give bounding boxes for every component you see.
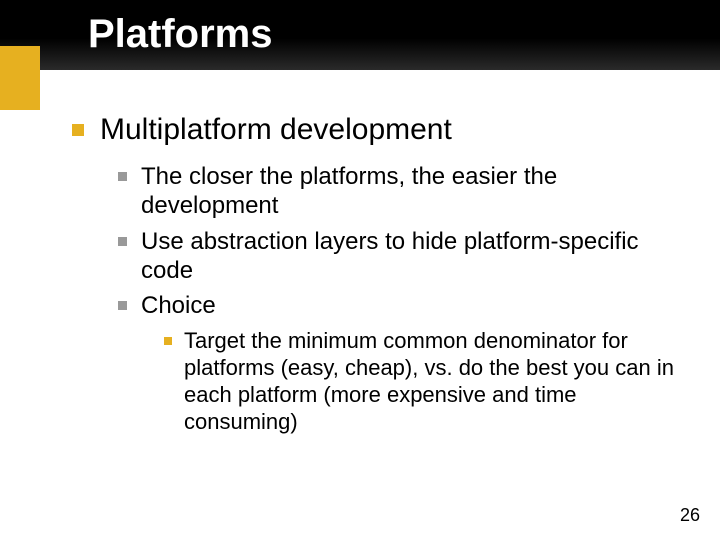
bullet-l2-group: The closer the platforms, the easier the… [118,162,692,436]
bullet-l2-text: Choice [141,291,216,320]
page-number: 26 [680,505,700,526]
bullet-l2: The closer the platforms, the easier the… [118,162,692,221]
bullet-l3-group: Target the minimum common denominator fo… [164,328,692,435]
square-bullet-icon [72,124,84,136]
slide-content: Multiplatform development The closer the… [72,112,692,436]
slide-title: Platforms [88,12,273,57]
bullet-l2: Choice [118,291,692,320]
bullet-l2-text: Use abstraction layers to hide platform-… [141,227,692,286]
bullet-l3-text: Target the minimum common denominator fo… [184,328,692,435]
square-bullet-icon [164,337,172,345]
bullet-l2: Use abstraction layers to hide platform-… [118,227,692,286]
slide: Platforms Multiplatform development The … [0,0,720,540]
square-bullet-icon [118,237,127,246]
bullet-l3: Target the minimum common denominator fo… [164,328,692,435]
bullet-l2-text: The closer the platforms, the easier the… [141,162,692,221]
bullet-l1: Multiplatform development [72,112,692,148]
square-bullet-icon [118,172,127,181]
square-bullet-icon [118,301,127,310]
accent-block [0,46,40,110]
bullet-l1-text: Multiplatform development [100,112,452,148]
